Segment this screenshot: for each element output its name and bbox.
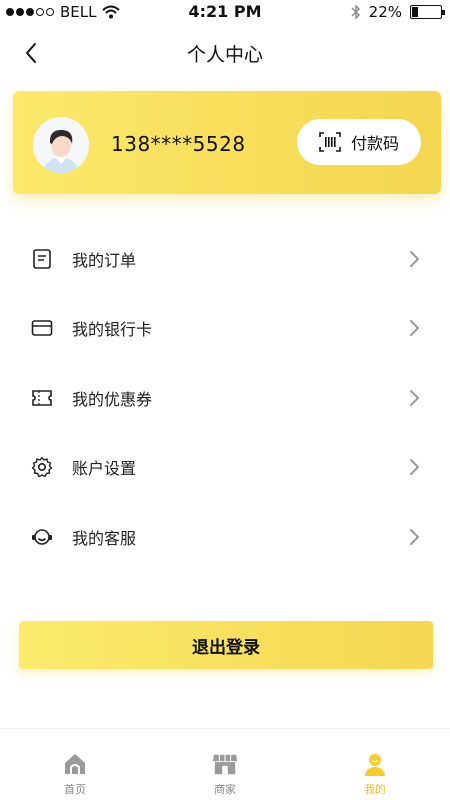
bluetooth-icon xyxy=(351,4,360,20)
order-icon xyxy=(31,248,53,270)
shop-icon xyxy=(212,751,238,777)
status-bar: BELL 4:21 PM 22% xyxy=(0,0,450,24)
tab-bar: 首页 商家 我的 xyxy=(0,728,450,800)
barcode-icon xyxy=(319,132,341,152)
phone-number: 138****5528 xyxy=(111,132,246,156)
bank-card-icon xyxy=(31,317,53,339)
tab-label: 我的 xyxy=(364,783,386,796)
tab-label: 首页 xyxy=(64,783,86,796)
chevron-right-icon xyxy=(410,250,419,267)
battery-icon xyxy=(410,5,445,19)
menu-item-customer-service[interactable]: 我的客服 xyxy=(0,502,450,572)
page-title: 个人中心 xyxy=(186,44,263,66)
customer-service-icon xyxy=(31,526,53,548)
gear-icon xyxy=(31,456,53,478)
chevron-right-icon xyxy=(410,459,419,476)
chevron-right-icon xyxy=(410,528,419,545)
logout-button[interactable]: 退出登录 xyxy=(19,621,433,669)
home-icon xyxy=(62,751,88,777)
profile-card: 138****5528 付款码 xyxy=(13,91,441,194)
chevron-right-icon xyxy=(410,389,419,406)
pay-code-label: 付款码 xyxy=(350,134,399,153)
menu-item-label: 我的银行卡 xyxy=(72,320,153,340)
menu-item-label: 账户设置 xyxy=(72,459,137,479)
menu-item-coupons[interactable]: 我的优惠券 xyxy=(0,363,450,433)
menu-item-bank-card[interactable]: 我的银行卡 xyxy=(0,294,450,364)
nav-bar: 个人中心 xyxy=(0,30,450,74)
tab-shop[interactable]: 商家 xyxy=(150,729,300,800)
menu-item-label: 我的优惠券 xyxy=(72,389,153,409)
menu-item-label: 我的订单 xyxy=(72,250,137,270)
status-right: 22% xyxy=(351,3,445,21)
chevron-right-icon xyxy=(410,320,419,337)
tab-home[interactable]: 首页 xyxy=(0,729,150,800)
battery-percent: 22% xyxy=(368,3,402,21)
menu-item-account-settings[interactable]: 账户设置 xyxy=(0,433,450,503)
avatar-person-icon xyxy=(33,117,89,173)
pay-code-button[interactable]: 付款码 xyxy=(297,119,421,165)
coupon-icon xyxy=(31,387,53,409)
avatar[interactable] xyxy=(33,117,89,173)
menu-item-label: 我的客服 xyxy=(72,528,137,548)
user-icon xyxy=(362,751,388,777)
tab-label: 商家 xyxy=(214,783,236,796)
menu-item-orders[interactable]: 我的订单 xyxy=(0,224,450,294)
tab-mine[interactable]: 我的 xyxy=(300,729,450,800)
menu-list: 我的订单 我的银行卡 我的优惠券 账户设置 我的客服 xyxy=(0,224,450,572)
